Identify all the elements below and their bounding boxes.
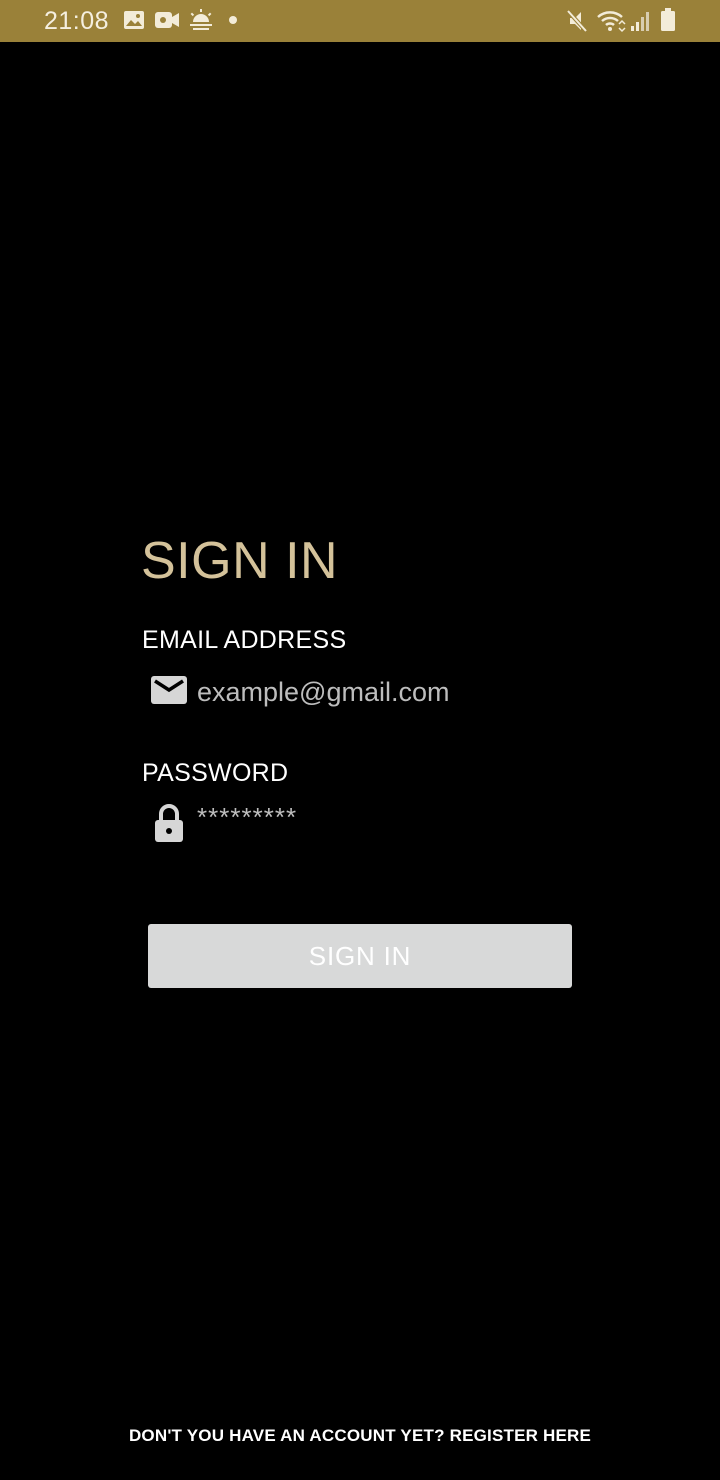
mute-icon xyxy=(566,9,588,33)
video-camera-icon xyxy=(154,9,180,33)
battery-icon xyxy=(660,8,676,32)
email-field-row xyxy=(148,667,578,717)
sign-in-button[interactable]: SIGN IN xyxy=(148,924,572,988)
wifi-icon xyxy=(596,9,626,33)
status-bar: 21:08 xyxy=(0,0,720,42)
lock-icon xyxy=(150,802,188,842)
sign-in-screen: 21:08 SIGN IN EMAIL ADDRESS example@gmai… xyxy=(0,0,720,1480)
email-input[interactable] xyxy=(197,667,577,717)
password-input[interactable] xyxy=(197,792,577,842)
signal-icon xyxy=(630,9,652,33)
image-icon xyxy=(123,9,145,33)
status-time: 21:08 xyxy=(44,7,110,35)
email-label: EMAIL ADDRESS xyxy=(142,626,347,654)
password-field-row xyxy=(148,792,578,846)
page-title: SIGN IN xyxy=(141,532,339,590)
mail-icon xyxy=(150,673,188,711)
register-link[interactable]: DON'T YOU HAVE AN ACCOUNT YET? REGISTER … xyxy=(0,1426,720,1446)
weather-icon xyxy=(188,9,214,33)
password-label: PASSWORD xyxy=(142,759,289,787)
notification-dot-icon xyxy=(228,15,238,39)
